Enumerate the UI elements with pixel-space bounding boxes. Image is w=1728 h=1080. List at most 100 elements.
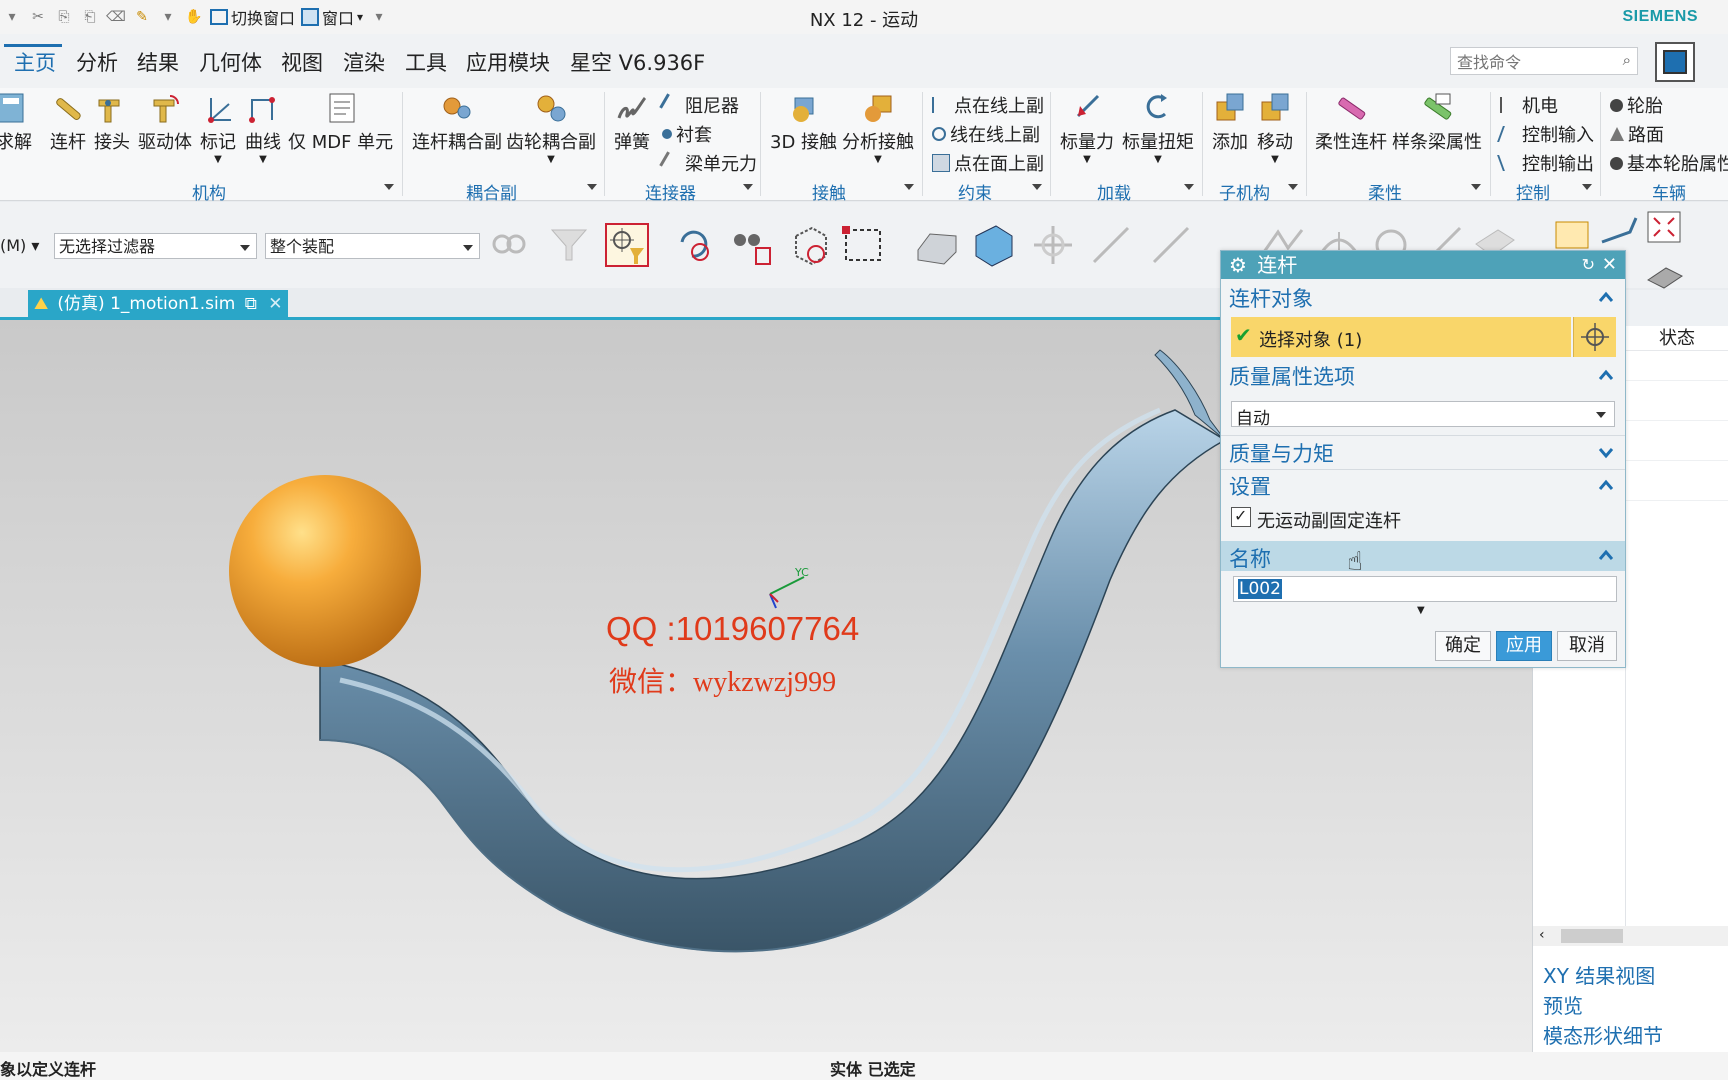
chevron-down-icon[interactable]: ▼ — [245, 154, 281, 165]
group-expand-icon[interactable] — [904, 184, 914, 190]
driver-button[interactable]: 驱动体 — [138, 92, 192, 154]
dialog-title-bar[interactable]: ⚙ 连杆 ↻ ✕ — [1221, 251, 1625, 279]
tab-results[interactable]: 结果 — [137, 47, 179, 77]
line-icon[interactable] — [1088, 222, 1134, 268]
curve-button[interactable]: 曲线 ▼ — [245, 92, 281, 165]
preview-link[interactable]: 预览 — [1543, 990, 1583, 1019]
type-filter-dropdown[interactable]: 无选择过滤器 — [54, 233, 257, 259]
analysis-contact-button[interactable]: 分析接触 ▼ — [842, 92, 914, 165]
tab-app-modules[interactable]: 应用模块 — [466, 47, 550, 77]
more-options-icon[interactable]: ▼ — [1417, 605, 1425, 616]
mode-shape-details-link[interactable]: 模态形状细节 — [1543, 1020, 1663, 1049]
selection-mode[interactable]: (M) ▾ — [0, 236, 39, 255]
group-expand-icon[interactable] — [1582, 184, 1592, 190]
point-on-surface-button[interactable]: 点在面上副 — [932, 150, 1044, 176]
close-icon[interactable]: ✕ — [268, 294, 282, 314]
mdf-unit-button[interactable]: 仅 MDF 单元 — [288, 92, 393, 154]
tab-analysis[interactable]: 分析 — [76, 47, 118, 77]
beam-force-button[interactable]: 梁单元力 — [659, 150, 757, 176]
spline-beam-button[interactable]: 样条梁属性 — [1392, 92, 1482, 154]
move-button[interactable]: 移动 ▼ — [1257, 92, 1293, 165]
xy-result-view-link[interactable]: XY 结果视图 — [1543, 960, 1655, 989]
group-expand-icon[interactable] — [587, 184, 597, 190]
chevron-down-icon[interactable]: ▼ — [506, 154, 596, 165]
bushing-button[interactable]: 衬套 — [662, 121, 712, 147]
search-icon[interactable]: ⌕ — [1623, 51, 1631, 69]
scalar-force-button[interactable]: 标量力 ▼ — [1060, 92, 1114, 165]
scope-dropdown[interactable]: 整个装配 — [265, 233, 480, 259]
fix-link-checkbox[interactable]: ✓ — [1231, 506, 1251, 527]
body-icon[interactable] — [970, 222, 1016, 268]
tire-button[interactable]: 轮胎 — [1610, 92, 1663, 118]
chevron-up-icon[interactable] — [1599, 549, 1613, 563]
gear-coupler-button[interactable]: 齿轮耦合副 ▼ — [506, 92, 596, 165]
link-coupler-button[interactable]: 连杆耦合副 — [412, 92, 502, 154]
chevron-down-icon[interactable]: ▼ — [1257, 154, 1293, 165]
search-input[interactable] — [1455, 50, 1609, 74]
chevron-up-icon[interactable] — [1599, 291, 1613, 305]
name-input[interactable]: L002 — [1233, 576, 1617, 602]
mass-option-dropdown[interactable]: 自动 — [1231, 401, 1615, 429]
chevron-down-icon[interactable] — [1599, 445, 1613, 459]
segment-icon[interactable] — [1148, 222, 1194, 268]
section-link-object[interactable]: 连杆对象 — [1229, 283, 1313, 313]
snap-filter-icon[interactable] — [604, 222, 650, 268]
chevron-down-icon[interactable]: ▼ — [1122, 154, 1194, 165]
group-expand-icon[interactable] — [743, 184, 753, 190]
spring-button[interactable]: 弹簧 — [614, 92, 650, 154]
cancel-button[interactable]: 取消 — [1557, 631, 1617, 661]
chevron-down-icon[interactable]: ▼ — [200, 154, 236, 165]
select-object-row[interactable]: ✔ 选择对象 (1) — [1231, 317, 1571, 357]
marker-button[interactable]: 标记 ▼ — [200, 92, 236, 165]
tab-tools[interactable]: 工具 — [405, 47, 447, 77]
flexible-link-button[interactable]: 柔性连杆 — [1315, 92, 1387, 154]
name-section-header[interactable]: 名称 — [1221, 541, 1625, 571]
chevron-down-icon[interactable]: ▼ — [842, 154, 914, 165]
tab-render[interactable]: 渲染 — [343, 47, 385, 77]
road-button[interactable]: 路面 — [1610, 121, 1664, 147]
group-expand-icon[interactable] — [1288, 184, 1298, 190]
section-mass-moment[interactable]: 质量与力矩 — [1229, 438, 1334, 468]
scalar-torque-button[interactable]: 标量扭矩 ▼ — [1122, 92, 1194, 165]
select-cube-icon[interactable] — [786, 222, 832, 268]
rectangle-select-icon[interactable] — [840, 222, 886, 268]
add-button[interactable]: 添加 — [1212, 92, 1248, 154]
undo-select-icon[interactable] — [672, 222, 718, 268]
ok-button[interactable]: 确定 — [1435, 631, 1491, 661]
edit-icon[interactable]: ⧉ — [245, 294, 257, 314]
status-column-header[interactable]: 状态 — [1659, 324, 1695, 350]
move-handle-icon[interactable] — [1030, 222, 1076, 268]
link-button[interactable]: 连杆 — [50, 92, 86, 154]
scrollbar-thumb[interactable] — [1561, 929, 1623, 943]
3d-contact-button[interactable]: 3D 接触 — [770, 92, 837, 154]
face-icon[interactable] — [914, 222, 960, 268]
apply-button[interactable]: 应用 — [1496, 631, 1552, 661]
crosshair-select-button[interactable] — [1573, 317, 1616, 357]
chevron-down-icon[interactable]: ▼ — [1060, 154, 1114, 165]
chevron-up-icon[interactable] — [1599, 369, 1613, 383]
ball[interactable] — [229, 475, 421, 667]
assembly-select-icon[interactable] — [488, 222, 534, 268]
joint-button[interactable]: 接头 — [94, 92, 130, 154]
scroll-left-icon[interactable]: ‹ — [1539, 927, 1545, 943]
tab-geometry[interactable]: 几何体 — [199, 47, 262, 77]
filter-icon[interactable] — [546, 222, 592, 268]
tab-view[interactable]: 视图 — [281, 47, 323, 77]
reset-icon[interactable]: ↻ — [1582, 251, 1595, 279]
curve-on-curve-button[interactable]: 线在线上副 — [932, 121, 1040, 147]
control-output-button[interactable]: 控制输出 — [1497, 150, 1594, 176]
control-input-button[interactable]: 控制输入 — [1497, 121, 1594, 147]
group-expand-icon[interactable] — [1471, 184, 1481, 190]
group-expand-icon[interactable] — [384, 184, 394, 190]
section-settings[interactable]: 设置 — [1229, 471, 1271, 501]
solve-button[interactable]: 求解 — [0, 92, 32, 154]
tire-props-button[interactable]: 基本轮胎属性 — [1610, 150, 1728, 176]
file-tab[interactable]: ⛰ (仿真) 1_motion1.sim ⧉ ✕ — [28, 290, 288, 318]
point-on-curve-button[interactable]: 点在线上副 — [932, 92, 1044, 118]
full-screen-button[interactable] — [1655, 42, 1695, 82]
group-expand-icon[interactable] — [1184, 184, 1194, 190]
horizontal-scrollbar[interactable]: ‹ — [1533, 926, 1728, 946]
tab-home[interactable]: 主页 — [14, 47, 56, 77]
group-expand-icon[interactable] — [1032, 184, 1042, 190]
binoculars-icon[interactable] — [728, 222, 774, 268]
